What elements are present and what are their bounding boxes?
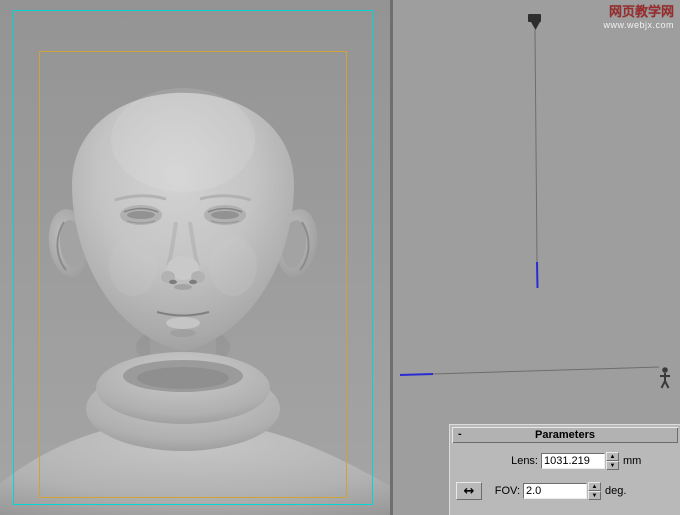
lens-row: Lens: ▲ ▼ mm (450, 452, 680, 470)
horizontal-arrow-icon: ↔ (463, 483, 475, 499)
fov-unit-label: deg. (605, 485, 627, 497)
right-cheek-highlight (209, 236, 257, 296)
lens-input[interactable] (541, 453, 605, 469)
fov-spinner-down-icon[interactable]: ▼ (588, 491, 601, 500)
forehead-highlight (111, 88, 255, 192)
head-render-canvas[interactable] (0, 0, 390, 515)
camera-target-line-selected[interactable] (536, 261, 539, 289)
lens-label: Lens: (511, 455, 538, 467)
rollout-collapse-button[interactable]: - (458, 428, 462, 440)
fov-row: ↔ FOV: ▲ ▼ deg. (450, 482, 680, 500)
lens-spinner-down-icon[interactable]: ▼ (606, 461, 619, 470)
viewport-camera-view[interactable] (0, 0, 390, 515)
max-workspace: 网页教学网 www.webjx.com - Parameters Lens: ▲… (0, 0, 680, 515)
fov-spinner: ▲ ▼ (588, 482, 601, 500)
fov-input[interactable] (523, 483, 587, 499)
left-cheek-highlight (109, 236, 157, 296)
second-camera-line-selected[interactable] (399, 373, 434, 376)
rollout-title-text: Parameters (535, 429, 595, 441)
parameters-rollout: - Parameters Lens: ▲ ▼ mm ↔ FOV: ▲ ▼ deg… (449, 424, 680, 515)
turtleneck-collar (86, 352, 280, 451)
lens-spinner: ▲ ▼ (606, 452, 619, 470)
fov-spinner-up-icon[interactable]: ▲ (588, 482, 601, 491)
fov-direction-button[interactable]: ↔ (456, 482, 482, 500)
parameters-rollout-header[interactable]: - Parameters (452, 427, 678, 443)
fov-label: FOV: (494, 485, 520, 497)
lens-spinner-up-icon[interactable]: ▲ (606, 452, 619, 461)
lens-unit-label: mm (623, 455, 642, 467)
